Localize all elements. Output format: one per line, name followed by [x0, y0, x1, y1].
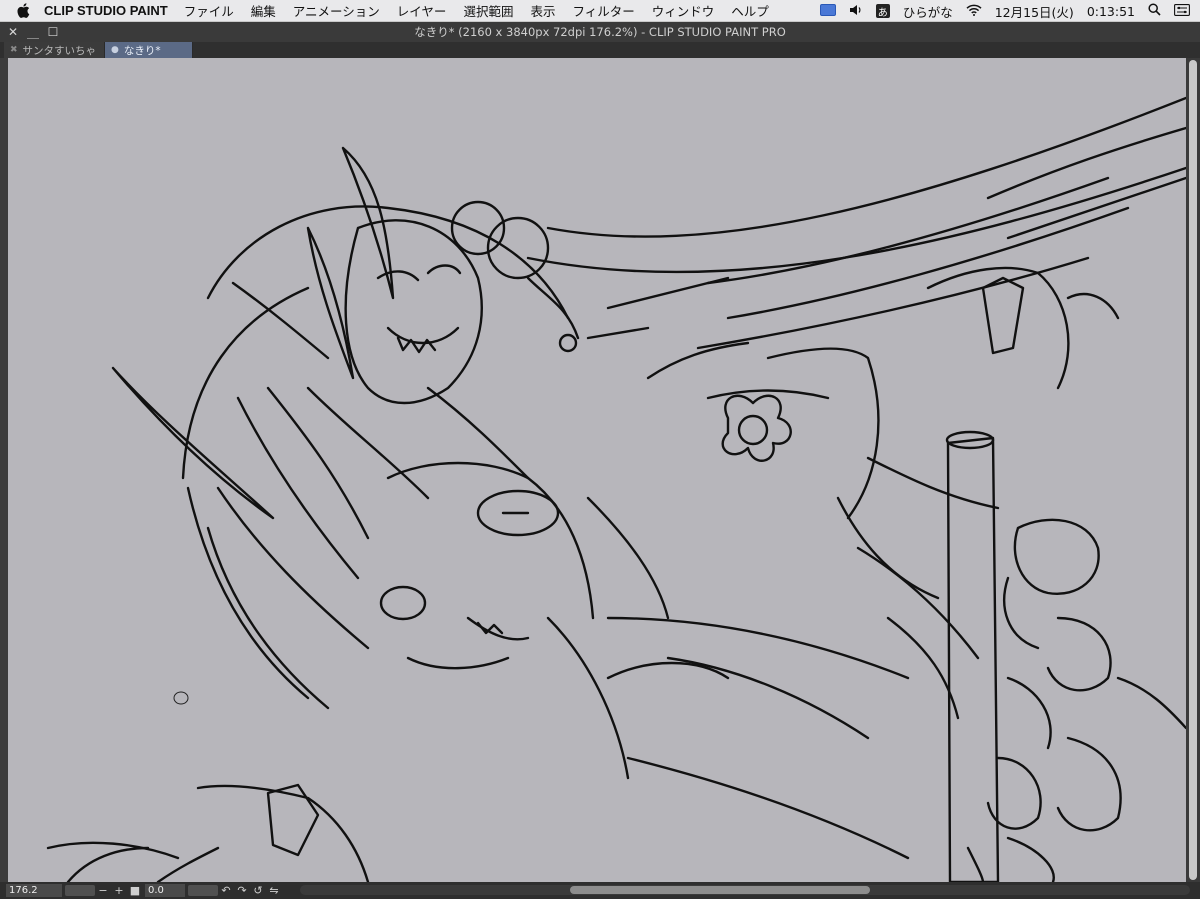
window-controls: ✕ ＿ ☐	[6, 24, 60, 40]
zoom-level-field[interactable]: 176.2	[6, 884, 62, 897]
zoom-in-icon[interactable]: +	[111, 884, 127, 897]
spotlight-search-icon[interactable]	[1148, 3, 1161, 19]
macos-menu-bar: CLIP STUDIO PAINT ファイル 編集 アニメーション レイヤー 選…	[0, 0, 1200, 22]
vertical-scrollbar[interactable]	[1186, 58, 1200, 882]
canvas-frame	[0, 58, 1200, 882]
horizontal-scrollbar[interactable]	[300, 885, 1190, 895]
menu-view[interactable]: 表示	[530, 1, 555, 20]
wifi-icon[interactable]	[966, 4, 982, 19]
brush-cursor	[173, 691, 189, 705]
close-tab-icon[interactable]: ✖	[10, 45, 18, 55]
vertical-scroll-thumb[interactable]	[1189, 60, 1197, 880]
lineart-drawing	[46, 96, 1186, 882]
tab-label: サンタすいちゃ	[22, 44, 97, 57]
menu-animation[interactable]: アニメーション	[293, 1, 380, 20]
ime-label[interactable]: ひらがな	[903, 2, 953, 21]
ime-icon[interactable]: あ	[875, 4, 890, 19]
tab-nakiri[interactable]: ● なきり*	[105, 42, 194, 58]
drawing-canvas[interactable]	[8, 58, 1186, 882]
volume-icon[interactable]	[849, 4, 863, 19]
minimize-window-icon[interactable]: ＿	[26, 24, 40, 40]
navigation-status-bar: 176.2 − + ■ 0.0 ↶ ↷ ↺ ⇋	[0, 882, 1200, 899]
clock-time[interactable]: 0:13:51	[1087, 4, 1135, 19]
apple-menu-icon[interactable]	[14, 0, 32, 22]
close-window-icon[interactable]: ✕	[6, 24, 20, 40]
display-icon[interactable]	[819, 3, 836, 19]
window-title: なきり* (2160 x 3840px 72dpi 176.2%) - CLIP…	[414, 25, 786, 39]
rotate-right-icon[interactable]: ↷	[234, 884, 250, 897]
menu-selection[interactable]: 選択範囲	[463, 1, 513, 20]
tab-santa-suicha[interactable]: ✖ サンタすいちゃ	[4, 42, 106, 58]
zoom-slider[interactable]	[65, 885, 95, 896]
close-tab-icon[interactable]: ●	[111, 45, 119, 55]
rotation-slider[interactable]	[188, 885, 218, 896]
menu-filter[interactable]: フィルター	[572, 1, 634, 20]
maximize-window-icon[interactable]: ☐	[46, 24, 60, 40]
menu-layer[interactable]: レイヤー	[397, 1, 447, 20]
menu-window[interactable]: ウィンドウ	[652, 1, 715, 20]
zoom-out-icon[interactable]: −	[95, 884, 111, 897]
window-title-bar: ✕ ＿ ☐ なきり* (2160 x 3840px 72dpi 176.2%) …	[0, 22, 1200, 42]
document-tab-bar: ✖ サンタすいちゃ ● なきり*	[0, 42, 1200, 58]
control-center-icon[interactable]	[1174, 3, 1190, 19]
flip-horizontal-icon[interactable]: ⇋	[266, 884, 282, 897]
rotation-angle-field[interactable]: 0.0	[145, 884, 185, 897]
clock-date[interactable]: 12月15日(火)	[995, 2, 1074, 21]
rotate-left-icon[interactable]: ↶	[218, 884, 234, 897]
menu-help[interactable]: ヘルプ	[731, 1, 769, 20]
menubar-status-area: あ ひらがな 12月15日(火) 0:13:51	[819, 0, 1190, 22]
reset-rotation-icon[interactable]: ↺	[250, 884, 266, 897]
menu-edit[interactable]: 編集	[251, 1, 276, 20]
fit-screen-icon[interactable]: ■	[127, 884, 143, 897]
horizontal-scroll-thumb[interactable]	[570, 886, 870, 894]
app-menu[interactable]: CLIP STUDIO PAINT	[44, 3, 168, 18]
menu-file[interactable]: ファイル	[184, 1, 234, 20]
tab-label: なきり*	[123, 44, 161, 57]
